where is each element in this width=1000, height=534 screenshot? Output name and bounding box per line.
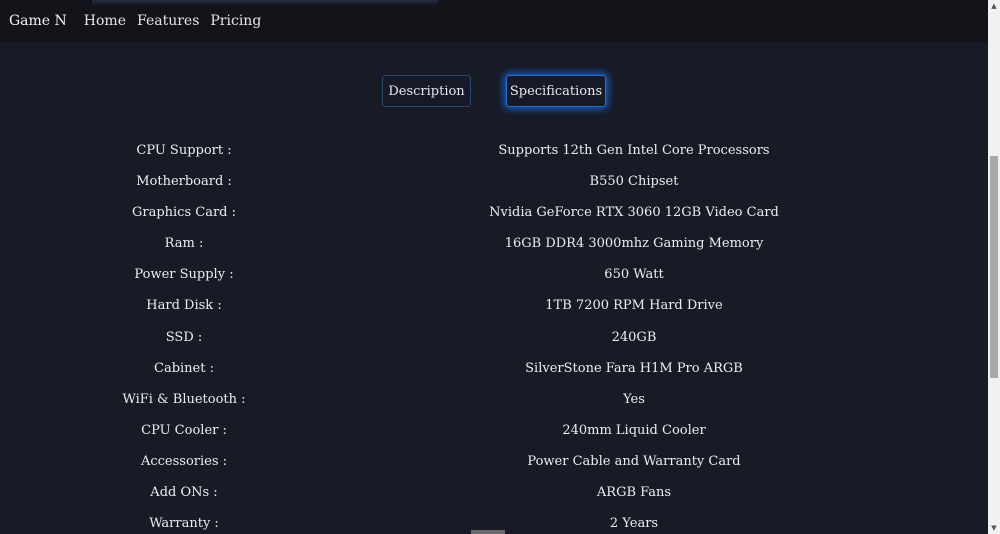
spec-row: Cabinet : SilverStone Fara H1M Pro ARGB [0,354,988,385]
spec-label: Accessories : [140,453,228,469]
horizontal-scrollbar-thumb[interactable] [471,530,505,534]
spec-label: Add ONs : [150,485,218,501]
spec-value: 650 Watt [604,267,664,283]
navbar-glow-decoration [92,0,438,6]
nav-link-pricing[interactable]: Pricing [210,13,261,29]
tab-description[interactable]: Description [382,75,471,107]
spec-label: Graphics Card : [131,205,237,221]
spec-row: Motherboard : B550 Chipset [0,167,988,198]
scroll-up-arrow-icon[interactable]: ▲ [988,0,1000,12]
spec-value: Yes [623,391,645,407]
spec-label: Motherboard : [136,174,232,190]
spec-value: B550 Chipset [589,174,679,190]
spec-value: 240GB [611,329,657,345]
spec-row: SSD : 240GB [0,323,988,354]
spec-label: CPU Support : [136,143,232,158]
spec-label: Power Supply : [134,267,234,283]
spec-value: 240mm Liquid Cooler [562,422,706,438]
tab-specifications[interactable]: Specifications [506,75,606,107]
spec-row: CPU Support : Supports 12th Gen Intel Cor… [0,136,988,167]
spec-row: Accessories : Power Cable and Warranty Ca… [0,447,988,478]
scroll-down-arrow-icon[interactable]: ▼ [988,522,1000,534]
spec-value: 2 Years [609,516,659,532]
spec-label: CPU Cooler : [141,422,227,438]
spec-row: Add ONs : ARGB Fans [0,478,988,509]
spec-label: Warranty : [149,516,219,532]
spec-value: Nvidia GeForce RTX 3060 12GB Video Card [489,205,779,221]
spec-row: Hard Disk : 1TB 7200 RPM Hard Drive [0,291,988,322]
spec-label: WiFi & Bluetooth : [122,391,246,407]
product-tabs: Description Specifications [0,75,988,109]
spec-row: CPU Cooler : 240mm Liquid Cooler [0,416,988,447]
brand-logo-text[interactable]: Game N [9,13,67,29]
specifications-table: CPU Support : Supports 12th Gen Intel Cor… [0,136,988,534]
spec-value: ARGB Fans [596,485,672,501]
spec-label: SSD : [165,329,203,345]
spec-value: 1TB 7200 RPM Hard Drive [545,298,723,314]
spec-row: Graphics Card : Nvidia GeForce RTX 3060 1… [0,198,988,229]
nav-link-features[interactable]: Features [137,13,199,29]
vertical-scrollbar-thumb[interactable] [990,156,998,378]
spec-label: Cabinet : [154,360,214,376]
spec-label: Ram : [164,236,204,252]
navbar: Game N Home Features Pricing [0,0,988,42]
spec-row: Power Supply : 650 Watt [0,260,988,291]
spec-row: Ram : 16GB DDR4 3000mhz Gaming Memory [0,229,988,260]
spec-value: Power Cable and Warranty Card [527,453,741,469]
page: Game N Home Features Pricing Description… [0,0,1000,534]
nav-link-home[interactable]: Home [84,13,126,29]
spec-value: 16GB DDR4 3000mhz Gaming Memory [504,236,764,252]
spec-label: Hard Disk : [146,298,222,314]
spec-row: WiFi & Bluetooth : Yes [0,385,988,416]
spec-value: Supports 12th Gen Intel Core Processors [498,143,770,158]
spec-value: SilverStone Fara H1M Pro ARGB [525,360,743,376]
